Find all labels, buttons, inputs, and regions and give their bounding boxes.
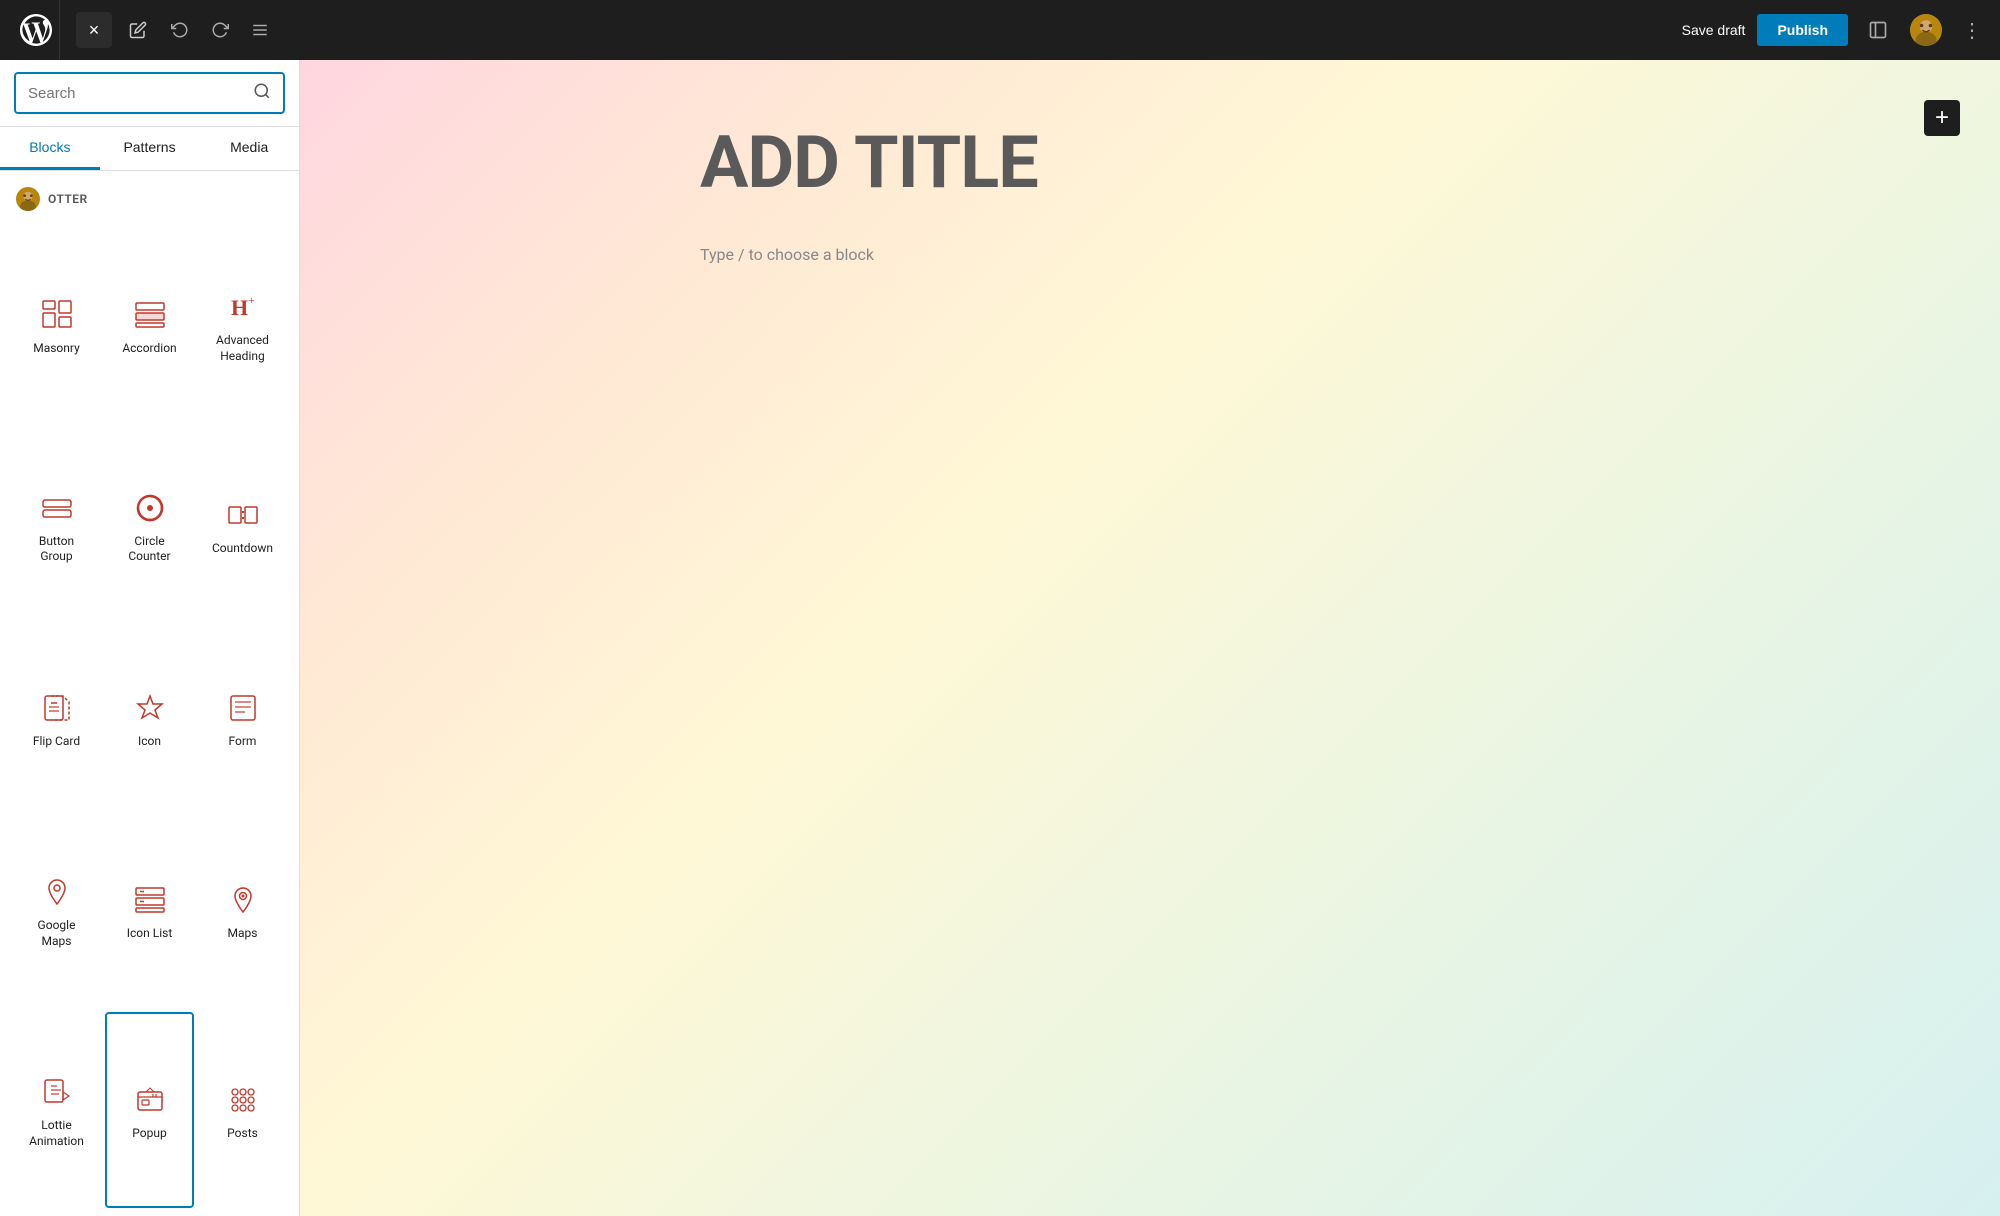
sidebar: Blocks Patterns Media OTTER — [0, 60, 300, 1216]
form-icon — [225, 690, 261, 726]
block-item-masonry[interactable]: Masonry — [12, 227, 101, 423]
user-avatar-button[interactable] — [1908, 12, 1944, 48]
block-item-maps[interactable]: Maps — [198, 812, 287, 1008]
canvas[interactable]: ADD TITLE Type / to choose a block + — [300, 60, 2000, 1216]
block-item-advanced-heading[interactable]: H + Advanced Heading — [198, 227, 287, 423]
accordion-icon — [132, 297, 168, 333]
blocks-grid: Masonry Accordion H + — [0, 219, 299, 1216]
icon-block-icon — [132, 690, 168, 726]
tabs: Blocks Patterns Media — [0, 127, 299, 171]
block-item-posts[interactable]: Posts — [198, 1012, 287, 1208]
close-button[interactable]: × — [76, 12, 112, 48]
block-item-icon[interactable]: Icon — [105, 627, 194, 808]
otter-avatar-image — [16, 187, 40, 211]
wp-logo — [12, 0, 60, 60]
list-view-icon — [251, 21, 269, 39]
tab-blocks[interactable]: Blocks — [0, 127, 100, 170]
posts-icon — [225, 1082, 261, 1118]
block-item-icon-list[interactable]: Icon List — [105, 812, 194, 1008]
layout-icon — [1868, 20, 1888, 40]
block-item-circle-counter[interactable]: Circle Counter — [105, 427, 194, 623]
maps-icon — [225, 882, 261, 918]
block-item-lottie-animation[interactable]: Lottie Animation — [12, 1012, 101, 1208]
block-label-circle-counter: Circle Counter — [115, 534, 184, 565]
button-group-icon — [39, 490, 75, 526]
block-item-popup[interactable]: Popup — [105, 1012, 194, 1208]
avatar — [1910, 14, 1942, 46]
block-label-google-maps: Google Maps — [22, 918, 91, 949]
search-wrapper — [14, 72, 285, 114]
circle-counter-icon — [132, 490, 168, 526]
masonry-icon — [39, 297, 75, 333]
block-label-posts: Posts — [227, 1126, 258, 1142]
google-maps-icon — [39, 874, 75, 910]
svg-text:H: H — [231, 295, 248, 320]
block-item-countdown[interactable]: Countdown — [198, 427, 287, 623]
otter-avatar — [16, 187, 40, 211]
block-item-form[interactable]: Form — [198, 627, 287, 808]
redo-button[interactable] — [204, 14, 236, 46]
search-icon[interactable] — [253, 82, 271, 104]
canvas-content: ADD TITLE Type / to choose a block — [700, 120, 1600, 1156]
topbar-right: Save draft Publish ⋮ — [1682, 12, 1988, 48]
undo-button[interactable] — [164, 14, 196, 46]
block-label-icon: Icon — [138, 734, 161, 750]
block-label-form: Form — [229, 734, 257, 750]
topbar-left: × — [12, 0, 276, 60]
sidebar-toggle-button[interactable] — [1860, 12, 1896, 48]
block-label-lottie-animation: Lottie Animation — [22, 1118, 91, 1149]
list-view-button[interactable] — [244, 14, 276, 46]
block-label-flip-card: Flip Card — [33, 734, 80, 750]
block-label-countdown: Countdown — [212, 541, 273, 557]
block-item-button-group[interactable]: Button Group — [12, 427, 101, 623]
block-label-maps: Maps — [228, 926, 258, 942]
main-layout: Blocks Patterns Media OTTER — [0, 60, 2000, 1216]
popup-icon — [132, 1082, 168, 1118]
section-label: OTTER — [0, 171, 299, 219]
topbar: × Save draft Publish — [0, 0, 2000, 60]
block-label-advanced-heading: Advanced Heading — [208, 333, 277, 364]
search-area — [0, 60, 299, 127]
edit-button[interactable] — [120, 12, 156, 48]
redo-icon — [211, 21, 229, 39]
countdown-icon — [225, 497, 261, 533]
block-item-google-maps[interactable]: Google Maps — [12, 812, 101, 1008]
section-title: OTTER — [48, 192, 88, 206]
undo-icon — [171, 21, 189, 39]
tab-media[interactable]: Media — [199, 127, 299, 170]
search-input[interactable] — [28, 85, 253, 102]
pencil-icon — [129, 21, 147, 39]
add-block-button[interactable]: + — [1924, 100, 1960, 136]
lottie-animation-icon — [39, 1074, 75, 1110]
flip-card-icon — [39, 690, 75, 726]
block-label-icon-list: Icon List — [127, 926, 173, 942]
page-title[interactable]: ADD TITLE — [700, 120, 1600, 205]
wordpress-icon — [20, 14, 52, 46]
block-label-masonry: Masonry — [33, 341, 80, 357]
publish-button[interactable]: Publish — [1757, 14, 1848, 46]
save-draft-button[interactable]: Save draft — [1682, 22, 1746, 38]
block-label-button-group: Button Group — [22, 534, 91, 565]
block-label-accordion: Accordion — [122, 341, 176, 357]
block-item-flip-card[interactable]: Flip Card — [12, 627, 101, 808]
block-label-popup: Popup — [132, 1126, 166, 1142]
advanced-heading-icon: H + — [225, 289, 261, 325]
avatar-image — [1910, 14, 1942, 46]
tab-patterns[interactable]: Patterns — [100, 127, 200, 170]
more-options-button[interactable]: ⋮ — [1956, 14, 1988, 46]
svg-text:+: + — [248, 293, 255, 307]
block-item-accordion[interactable]: Accordion — [105, 227, 194, 423]
block-placeholder[interactable]: Type / to choose a block — [700, 245, 1600, 264]
icon-list-icon — [132, 882, 168, 918]
